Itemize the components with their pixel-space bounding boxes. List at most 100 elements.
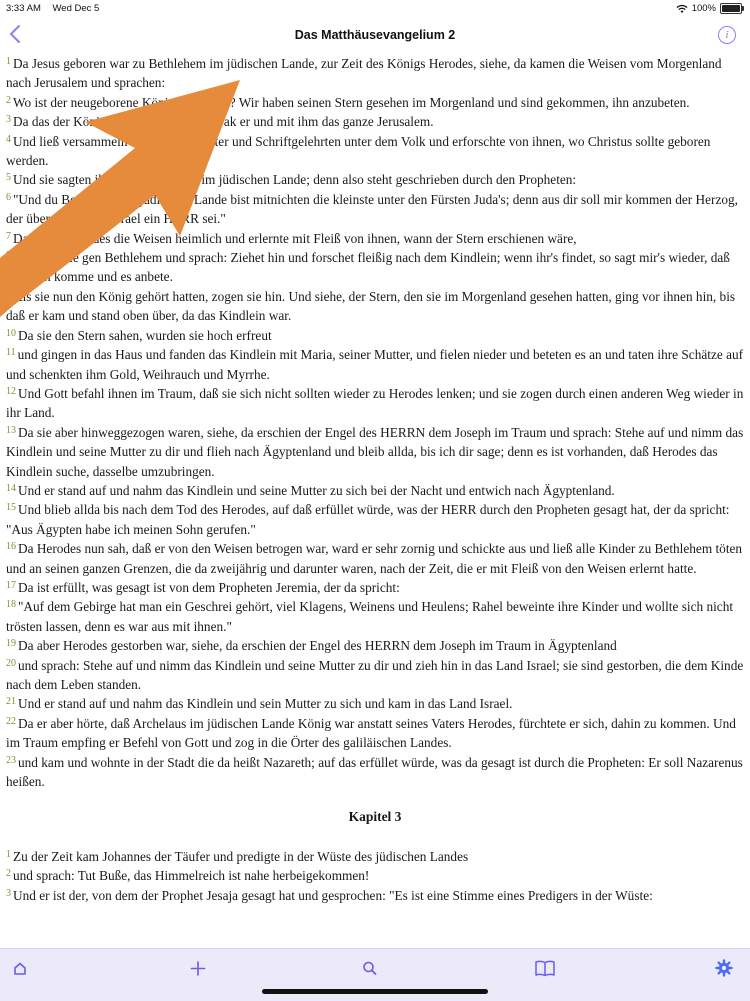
- battery-icon: [720, 3, 744, 14]
- navigation-bar: Das Matthäusevangelium 2 i: [0, 18, 750, 54]
- verse: 21 Und er stand auf und nahm das Kindlein…: [6, 694, 744, 713]
- verse-number: 7: [6, 230, 11, 242]
- verse-text: und gingen in das Haus und fanden das Ki…: [6, 347, 744, 382]
- verse-text: Zu der Zeit kam Johannes der Täufer und …: [13, 848, 469, 864]
- home-icon: [14, 962, 26, 975]
- verse-number: 11: [6, 347, 16, 359]
- verse-number: 14: [6, 482, 16, 494]
- chapter-heading: Kapitel 3: [348, 809, 402, 825]
- verse: 16 Da Herodes nun sah, daß er von den Wei…: [6, 539, 744, 578]
- verse-text: Wo ist der neugeborene König der Juden? …: [13, 94, 690, 110]
- verse: 23 und kam und wohnte in der Stadt die da…: [6, 753, 744, 792]
- verse: 1 Da Jesus geboren war zu Bethlehem im jü…: [6, 54, 744, 93]
- home-indicator: [262, 989, 488, 994]
- verse-number: 21: [6, 696, 16, 708]
- info-icon[interactable]: i: [718, 26, 736, 44]
- verse: 17 Da ist erfüllt, was gesagt ist von dem…: [6, 578, 744, 597]
- verse: 3 Und er ist der, von dem der Prophet Jes…: [6, 886, 744, 905]
- battery-percent: 100%: [691, 3, 716, 14]
- verse: 10 Da sie den Stern sahen, wurden sie hoc…: [6, 326, 744, 345]
- verse-number: 3: [6, 887, 11, 899]
- verse-number: 4: [6, 133, 11, 145]
- verse-text: Und blieb allda bis nach dem Tod des Her…: [6, 502, 730, 537]
- verse-number: 1: [6, 56, 11, 67]
- verse-number: 22: [6, 715, 16, 727]
- verse-number: 23: [6, 754, 16, 766]
- verse: 7 Da berief Herodes die Weisen heimlich u…: [6, 229, 744, 248]
- tab-add[interactable]: [186, 957, 216, 981]
- tab-bookmarks[interactable]: [533, 957, 563, 981]
- verse-number: 8: [6, 250, 11, 262]
- verse-number: 19: [6, 638, 16, 650]
- wifi-icon: [676, 4, 688, 13]
- tab-home[interactable]: [8, 957, 38, 981]
- verse: 4 Und ließ versammeln alle Hohenpriester …: [6, 132, 744, 171]
- verse: 13 Da sie aber hinweggezogen waren, siehe…: [6, 423, 744, 481]
- status-bar: 3:33 AM Wed Dec 5 100%: [0, 0, 750, 18]
- verse-number: 3: [6, 114, 11, 126]
- verse-text: Und er ist der, von dem der Prophet Jesa…: [13, 887, 653, 903]
- verse-text: und sprach: Tut Buße, das Himmelreich is…: [13, 868, 370, 884]
- verse-number: 16: [6, 541, 16, 553]
- verse-text: Da er aber hörte, daß Archelaus im jüdis…: [6, 715, 736, 751]
- page-title: Das Matthäusevangelium 2: [294, 28, 456, 42]
- verse-number: 2: [6, 94, 11, 106]
- verse-text: Als sie nun den König gehört hatten, zog…: [6, 288, 736, 324]
- verse: 19 Da aber Herodes gestorben war, siehe, …: [6, 636, 744, 655]
- tab-settings[interactable]: [712, 957, 742, 981]
- plus-icon: [190, 961, 206, 976]
- verse-text: und sprach: Stehe auf und nimm das Kindl…: [6, 657, 744, 692]
- verse-number: 18: [6, 599, 16, 611]
- verse: 12 Und Gott befahl ihnen im Traum, daß si…: [6, 384, 744, 423]
- chapter-3-verses: 1 Zu der Zeit kam Johannes der Täufer und…: [6, 847, 744, 905]
- verse-text: Da berief Herodes die Weisen heimlich un…: [13, 230, 577, 246]
- verse: 14 Und er stand auf und nahm das Kindlein…: [6, 481, 744, 500]
- verse-number: 13: [6, 424, 16, 436]
- verse-number: 9: [6, 288, 11, 300]
- verse-text: Da sie den Stern sahen, wurden sie hoch …: [18, 327, 272, 343]
- verse-text: Und ließ versammeln alle Hohenpriester u…: [6, 133, 711, 169]
- verse: 2 und sprach: Tut Buße, das Himmelreich i…: [6, 866, 744, 885]
- verse: 18 "Auf dem Gebirge hat man ein Geschrei …: [6, 597, 744, 636]
- bible-text: 1 Da Jesus geboren war zu Bethlehem im jü…: [6, 54, 744, 948]
- status-date: Wed Dec 5: [52, 3, 100, 14]
- verse-text: Da Herodes nun sah, daß er von den Weise…: [6, 541, 743, 576]
- verse: 15 Und blieb allda bis nach dem Tod des H…: [6, 500, 744, 539]
- search-icon: [363, 961, 377, 975]
- tab-search[interactable]: [358, 957, 388, 981]
- verse-text: Da sie aber hinweggezogen waren, siehe, …: [6, 424, 744, 479]
- gear-icon: [715, 959, 733, 977]
- verse: 20 und sprach: Stehe auf und nimm das Kin…: [6, 656, 744, 695]
- verse-text: "Und du Bethlehem im jüdischen Lande bis…: [6, 191, 738, 227]
- verse-text: Und er stand auf und nahm das Kindlein u…: [18, 696, 513, 712]
- verse: 3 Da das der König Herodes hörte, erschra…: [6, 112, 744, 131]
- book-icon: [535, 960, 555, 977]
- verse-text: Da ist erfüllt, was gesagt ist von dem P…: [18, 579, 400, 595]
- verse: 8 und wies sie gen Bethlehem und sprach: …: [6, 248, 744, 287]
- verse-text: und wies sie gen Bethlehem und sprach: Z…: [6, 250, 730, 285]
- verse-text: Und Gott befahl ihnen im Traum, daß sie …: [6, 385, 744, 421]
- verse-number: 15: [6, 502, 16, 514]
- verse-number: 10: [6, 327, 16, 339]
- verse: 9 Als sie nun den König gehört hatten, zo…: [6, 287, 744, 326]
- verse: 1 Zu der Zeit kam Johannes der Täufer und…: [6, 847, 744, 866]
- verse-number: 5: [6, 172, 11, 184]
- verse-text: und kam und wohnte in der Stadt die da h…: [6, 754, 743, 790]
- verse-text: Da aber Herodes gestorben war, siehe, da…: [18, 638, 617, 654]
- verse-text: Da das der König Herodes hörte, erschrak…: [13, 114, 434, 130]
- verse: 11 und gingen in das Haus und fanden das …: [6, 345, 744, 384]
- verse-text: Da Jesus geboren war zu Bethlehem im jüd…: [6, 56, 722, 91]
- verse-text: Und er stand auf und nahm das Kindlein u…: [18, 482, 615, 498]
- verse: 2 Wo ist der neugeborene König der Juden?…: [6, 93, 744, 112]
- verse: 6 "Und du Bethlehem im jüdischen Lande bi…: [6, 190, 744, 229]
- verse-text: "Auf dem Gebirge hat man ein Geschrei ge…: [6, 599, 734, 634]
- verse-text: Und sie sagten ihm: Zu Bethlehem im jüdi…: [13, 172, 577, 188]
- verse-number: 2: [6, 868, 11, 880]
- status-time: 3:33 AM: [6, 3, 41, 14]
- verse-number: 20: [6, 657, 16, 669]
- verse: 22 Da er aber hörte, daß Archelaus im jüd…: [6, 714, 744, 753]
- verse: 5 Und sie sagten ihm: Zu Bethlehem im jüd…: [6, 170, 744, 189]
- chapter-2-verses: 1 Da Jesus geboren war zu Bethlehem im jü…: [6, 54, 744, 791]
- verse-number: 12: [6, 385, 16, 397]
- verse-number: 1: [6, 848, 11, 860]
